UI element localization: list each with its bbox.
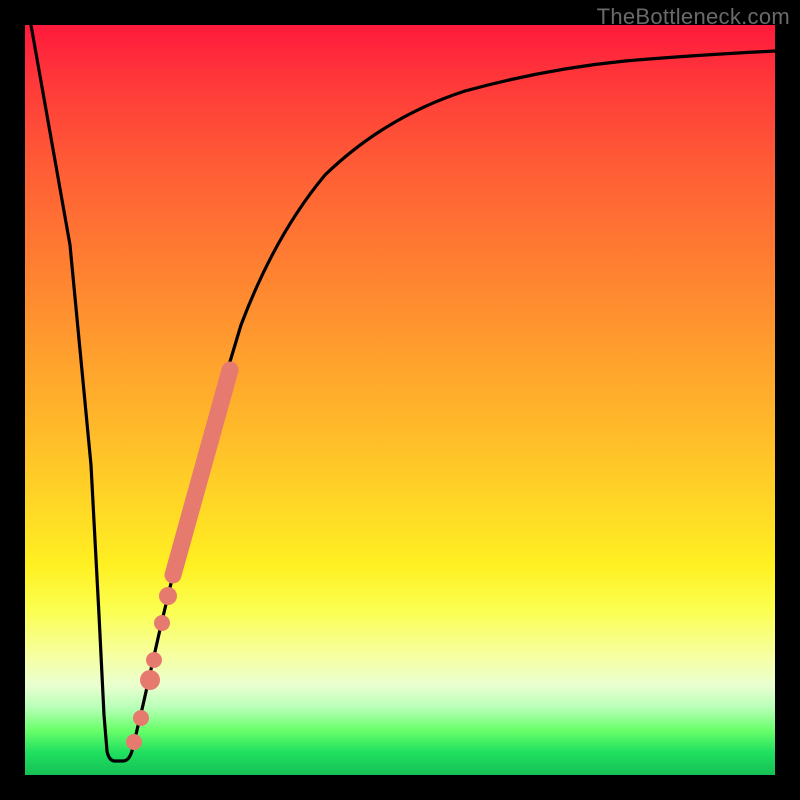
watermark-text: TheBottleneck.com <box>597 4 790 30</box>
highlight-dot <box>126 734 142 750</box>
bottleneck-curve <box>31 25 775 761</box>
highlight-segment-stroke <box>173 370 230 575</box>
highlight-dot <box>159 587 177 605</box>
highlight-dot <box>154 615 170 631</box>
plot-area <box>25 25 775 775</box>
highlight-dot <box>140 670 160 690</box>
chart-frame: TheBottleneck.com <box>0 0 800 800</box>
curve-layer <box>25 25 775 775</box>
highlight-dot <box>133 710 149 726</box>
highlight-dot <box>146 652 162 668</box>
